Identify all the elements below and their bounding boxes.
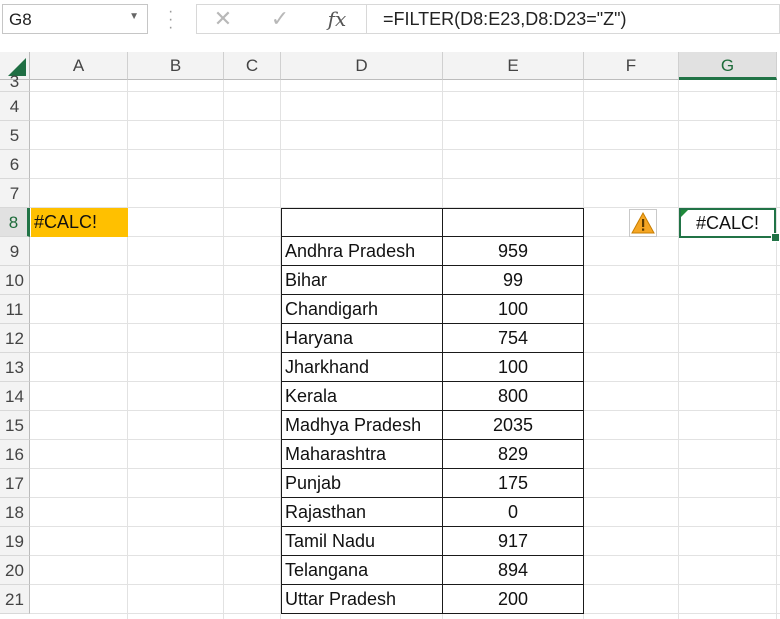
table-cell-state[interactable]: Telangana	[281, 556, 443, 585]
name-box[interactable]: G8 ▼	[2, 4, 148, 34]
row-header-14[interactable]: 14	[0, 382, 30, 411]
row-header-16[interactable]: 16	[0, 440, 30, 469]
table-cell-state[interactable]: Andhra Pradesh	[281, 237, 443, 266]
row-header-18[interactable]: 18	[0, 498, 30, 527]
table-cell-count[interactable]: 175	[443, 469, 584, 498]
table-cell-count[interactable]: 0	[443, 498, 584, 527]
table-cell-state[interactable]: Tamil Nadu	[281, 527, 443, 556]
table-cell-state[interactable]: Bihar	[281, 266, 443, 295]
table-cell-count[interactable]: 100	[443, 353, 584, 382]
row-header-8[interactable]: 8	[0, 208, 30, 237]
table-cell-state[interactable]: Haryana	[281, 324, 443, 353]
chevron-down-icon[interactable]: ▼	[129, 11, 139, 22]
table-header-state-name[interactable]: State Name	[281, 208, 443, 237]
table-cell-state[interactable]: Chandigarh	[281, 295, 443, 324]
table-cell-state[interactable]: Madhya Pradesh	[281, 411, 443, 440]
column-gridline	[776, 80, 777, 619]
column-gridline	[678, 80, 679, 619]
row-header-3[interactable]: 3	[0, 73, 30, 92]
more-icon[interactable]: · · ·	[168, 4, 173, 36]
column-header-d[interactable]: D	[281, 52, 443, 80]
row-header-13[interactable]: 13	[0, 353, 30, 382]
column-header-f[interactable]: F	[584, 52, 679, 80]
table-cell-count[interactable]: 800	[443, 382, 584, 411]
row-header-6[interactable]: 6	[0, 150, 30, 179]
row-header-11[interactable]: 11	[0, 295, 30, 324]
row-header-17[interactable]: 17	[0, 469, 30, 498]
table-cell-count[interactable]: 894	[443, 556, 584, 585]
row-header-5[interactable]: 5	[0, 121, 30, 150]
row-header-4[interactable]: 4	[0, 92, 30, 121]
row-gridline	[30, 120, 780, 121]
error-warning-button[interactable]	[629, 209, 657, 237]
insert-function-button[interactable]: fx	[313, 4, 361, 34]
cell-g8[interactable]: #CALC!	[679, 208, 776, 238]
table-cell-count[interactable]: 917	[443, 527, 584, 556]
row-header-19[interactable]: 19	[0, 527, 30, 556]
column-header-b[interactable]: B	[128, 52, 224, 80]
table-cell-state[interactable]: Rajasthan	[281, 498, 443, 527]
table-cell-count[interactable]: 99	[443, 266, 584, 295]
formula-text: =FILTER(D8:E23,D8:D23="Z")	[383, 9, 627, 29]
table-cell-count[interactable]: 100	[443, 295, 584, 324]
table-cell-state[interactable]: Maharashtra	[281, 440, 443, 469]
table-cell-count[interactable]: 754	[443, 324, 584, 353]
warning-icon	[631, 211, 655, 234]
error-indicator-icon	[681, 210, 688, 217]
column-header-e[interactable]: E	[443, 52, 584, 80]
column-gridline	[223, 80, 224, 619]
row-header-7[interactable]: 7	[0, 179, 30, 208]
table-cell-state[interactable]: Kerala	[281, 382, 443, 411]
column-header-c[interactable]: C	[224, 52, 281, 80]
row-gridline	[30, 91, 780, 92]
formula-bar: G8 ▼ · · · ✕ ✓ fx =FILTER(D8:E23,D8:D23="Z…	[0, 0, 780, 42]
row-header-21[interactable]: 21	[0, 585, 30, 614]
table-cell-count[interactable]: 2035	[443, 411, 584, 440]
fill-handle[interactable]	[771, 233, 780, 242]
row-header-12[interactable]: 12	[0, 324, 30, 353]
table-cell-state[interactable]: Uttar Pradesh	[281, 585, 443, 614]
formula-input[interactable]: =FILTER(D8:E23,D8:D23="Z")	[366, 4, 780, 34]
row-header-10[interactable]: 10	[0, 266, 30, 295]
column-header-a[interactable]: A	[30, 52, 128, 80]
table-cell-state[interactable]: Punjab	[281, 469, 443, 498]
cell-a8[interactable]: #CALC!	[31, 208, 128, 237]
table-cell-state[interactable]: Jharkhand	[281, 353, 443, 382]
table-cell-count[interactable]: 200	[443, 585, 584, 614]
cell-g8-value: #CALC!	[695, 213, 760, 233]
table-cell-count[interactable]: 959	[443, 237, 584, 266]
table-cell-count[interactable]: 829	[443, 440, 584, 469]
row-gridline	[30, 178, 780, 179]
row-header-9[interactable]: 9	[0, 237, 30, 266]
name-box-value: G8	[9, 10, 32, 29]
column-header-g[interactable]: G	[679, 52, 777, 80]
column-gridline	[127, 80, 128, 619]
cancel-icon[interactable]: ✕	[199, 4, 247, 34]
enter-icon[interactable]: ✓	[256, 4, 304, 34]
table-header-count-of-sales[interactable]: Count of Sales	[443, 208, 584, 237]
row-gridline	[30, 149, 780, 150]
row-header-20[interactable]: 20	[0, 556, 30, 585]
row-header-15[interactable]: 15	[0, 411, 30, 440]
